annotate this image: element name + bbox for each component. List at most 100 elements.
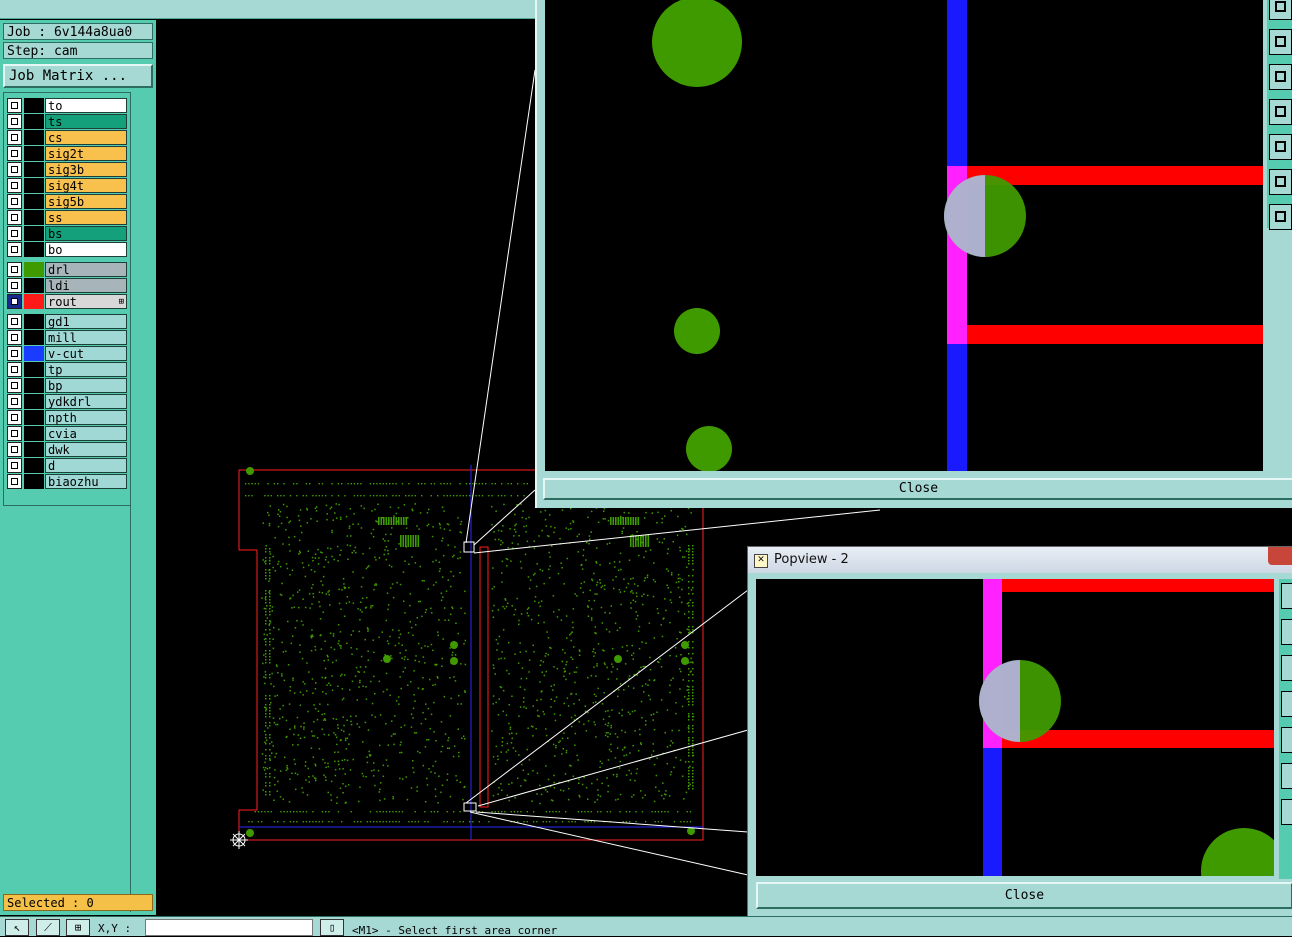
layer-name[interactable]: dwk [45,442,127,457]
layer-checkbox[interactable] [7,98,22,113]
layer-row-npth[interactable]: npth [7,410,127,425]
layer-row-gd1[interactable]: gd1 [7,314,127,329]
layer-checkbox[interactable] [7,394,22,409]
layer-color-swatch[interactable] [24,130,44,145]
layer-color-swatch[interactable] [24,378,44,393]
popview-view-tool-icon[interactable] [1269,29,1292,55]
layer-checkbox[interactable] [7,162,22,177]
layer-color-swatch[interactable] [24,194,44,209]
arrow-pointer-icon[interactable]: ↖ [5,919,29,936]
popview-view-tool-icon[interactable] [1281,763,1292,789]
layer-row-rout[interactable]: rout ⊞ [7,294,127,309]
layer-checkbox[interactable] [7,426,22,441]
layer-color-swatch[interactable] [24,394,44,409]
layer-row-sig5b[interactable]: sig5b [7,194,127,209]
layer-name[interactable]: tp [45,362,127,377]
popview-1-canvas[interactable] [545,0,1263,471]
layer-color-swatch[interactable] [24,442,44,457]
layer-name[interactable]: cs [45,130,127,145]
layer-name[interactable]: d [45,458,127,473]
layer-name[interactable]: sig4t [45,178,127,193]
layer-name[interactable]: ydkdrl [45,394,127,409]
layer-checkbox[interactable] [7,278,22,293]
popview-2-close-button[interactable]: Close [756,882,1292,909]
layer-row-bs[interactable]: bs [7,226,127,241]
layer-row-sig4t[interactable]: sig4t [7,178,127,193]
layer-checkbox[interactable] [7,314,22,329]
popview-view-tool-icon[interactable] [1281,619,1292,645]
layer-checkbox[interactable] [7,346,22,361]
layer-checkbox[interactable] [7,210,22,225]
layer-row-tp[interactable]: tp [7,362,127,377]
layer-row-ydkdrl[interactable]: ydkdrl [7,394,127,409]
layer-color-swatch[interactable] [24,362,44,377]
layer-color-swatch[interactable] [24,114,44,129]
layer-name[interactable]: rout ⊞ [45,294,127,309]
layer-checkbox[interactable] [7,226,22,241]
pcb-board-view[interactable] [225,465,715,850]
layer-name[interactable]: bp [45,378,127,393]
layer-name[interactable]: biaozhu [45,474,127,489]
window-close-icon[interactable] [1268,547,1292,565]
layer-checkbox[interactable] [7,294,22,309]
layer-color-swatch[interactable] [24,278,44,293]
layer-name[interactable]: sig5b [45,194,127,209]
layer-checkbox[interactable] [7,146,22,161]
layer-row-bp[interactable]: bp [7,378,127,393]
layer-color-swatch[interactable] [24,426,44,441]
layer-checkbox[interactable] [7,362,22,377]
popview-view-tool-icon[interactable] [1269,204,1292,230]
layer-checkbox[interactable] [7,114,22,129]
layer-color-swatch[interactable] [24,294,44,309]
job-matrix-button[interactable]: Job Matrix ... [3,64,153,88]
measure-tool-icon[interactable]: ⟋ [36,919,60,936]
layer-color-swatch[interactable] [24,146,44,161]
layer-checkbox[interactable] [7,178,22,193]
layer-color-swatch[interactable] [24,98,44,113]
xy-input[interactable] [145,919,313,936]
layer-name[interactable]: cvia [45,426,127,441]
layer-name[interactable]: ss [45,210,127,225]
popview-view-tool-icon[interactable] [1269,99,1292,125]
layer-checkbox[interactable] [7,474,22,489]
layer-color-swatch[interactable] [24,458,44,473]
popview-view-tool-icon[interactable] [1281,691,1292,717]
layer-name[interactable]: gd1 [45,314,127,329]
layer-name[interactable]: v-cut [45,346,127,361]
layer-color-swatch[interactable] [24,314,44,329]
popview-view-tool-icon[interactable] [1269,134,1292,160]
popview-view-tool-icon[interactable] [1281,727,1292,753]
layer-color-swatch[interactable] [24,474,44,489]
layer-row-dwk[interactable]: dwk [7,442,127,457]
layer-name[interactable]: mill [45,330,127,345]
popview-view-tool-icon[interactable] [1281,655,1292,681]
layer-name[interactable]: ts [45,114,127,129]
layer-checkbox[interactable] [7,194,22,209]
popview-2-canvas[interactable] [756,579,1274,876]
layer-name[interactable]: drl [45,262,127,277]
layer-row-to[interactable]: to [7,98,127,113]
layer-checkbox[interactable] [7,410,22,425]
layer-color-swatch[interactable] [24,178,44,193]
popview-view-tool-icon[interactable] [1269,0,1292,20]
layer-name[interactable]: ldi [45,278,127,293]
layer-row-sig2t[interactable]: sig2t [7,146,127,161]
popview-1-close-button[interactable]: Close [543,478,1292,500]
layer-row-ts[interactable]: ts [7,114,127,129]
popview-2-titlebar[interactable]: ✕ Popview - 2 [748,547,1292,573]
layer-checkbox[interactable] [7,442,22,457]
layer-color-swatch[interactable] [24,262,44,277]
popview-view-tool-icon[interactable] [1269,169,1292,195]
zoom-icon[interactable]: ⊞ [66,919,90,936]
layer-checkbox[interactable] [7,130,22,145]
layer-color-swatch[interactable] [24,410,44,425]
layer-row-bo[interactable]: bo [7,242,127,257]
layer-color-swatch[interactable] [24,242,44,257]
layer-checkbox[interactable] [7,242,22,257]
layer-row-biaozhu[interactable]: biaozhu [7,474,127,489]
layer-list-scrollbar[interactable] [130,92,155,912]
layer-color-swatch[interactable] [24,210,44,225]
layer-color-swatch[interactable] [24,162,44,177]
layer-row-drl[interactable]: drl [7,262,127,277]
popview-view-tool-icon[interactable] [1269,64,1292,90]
